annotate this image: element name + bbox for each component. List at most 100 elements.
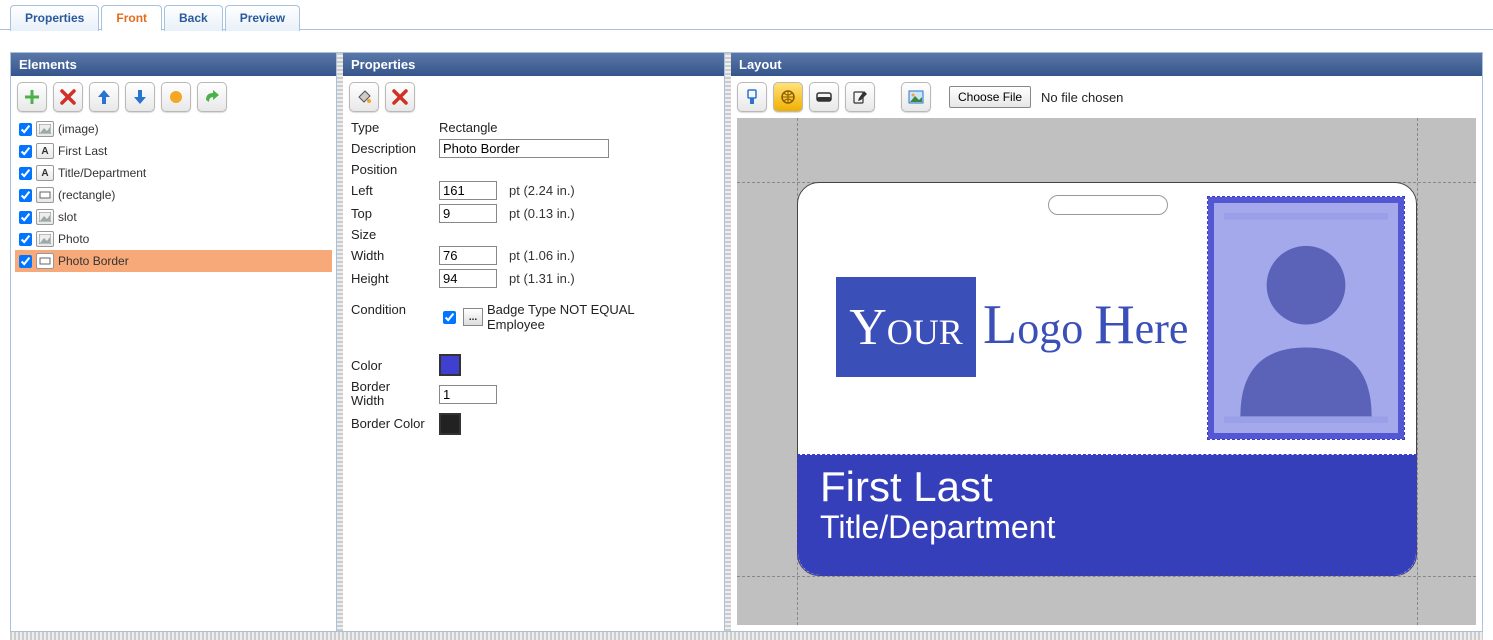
badge-button[interactable] bbox=[773, 82, 803, 112]
prop-description: Description bbox=[343, 137, 724, 160]
apply-style-button[interactable] bbox=[349, 82, 379, 112]
design-canvas[interactable]: YOUR Logo Here First Last bbox=[737, 118, 1476, 625]
top-input[interactable] bbox=[439, 204, 497, 223]
panel-properties-title: Properties bbox=[343, 53, 724, 76]
element-visible-checkbox[interactable] bbox=[19, 211, 32, 224]
element-visible-checkbox[interactable] bbox=[19, 123, 32, 136]
prop-condition: Condition ... Badge Type NOT EQUAL Emplo… bbox=[343, 300, 724, 334]
element-label: Photo bbox=[58, 232, 89, 246]
prop-border-width: Border Width bbox=[343, 378, 724, 411]
prop-left: Left pt (2.24 in.) bbox=[343, 179, 724, 202]
element-visible-checkbox[interactable] bbox=[19, 233, 32, 246]
picture-icon bbox=[907, 88, 925, 106]
prop-position-label: Position bbox=[351, 162, 431, 177]
choose-file-button[interactable]: Choose File bbox=[949, 86, 1031, 108]
prop-top: Top pt (0.13 in.) bbox=[343, 202, 724, 225]
text-icon: A bbox=[36, 143, 54, 159]
prop-border-width-label: Border Width bbox=[351, 380, 411, 409]
arrow-down-icon bbox=[131, 88, 149, 106]
element-label: Photo Border bbox=[58, 254, 129, 268]
move-down-button[interactable] bbox=[125, 82, 155, 112]
element-label: Title/Department bbox=[58, 166, 146, 180]
prop-width-label: Width bbox=[351, 248, 431, 263]
landscape-button[interactable] bbox=[809, 82, 839, 112]
prop-condition-label: Condition bbox=[351, 302, 431, 317]
element-row-photo-border[interactable]: Photo Border bbox=[15, 250, 332, 272]
prop-width-unit: pt (1.06 in.) bbox=[509, 248, 575, 263]
element-visible-checkbox[interactable] bbox=[19, 189, 32, 202]
person-silhouette-icon bbox=[1224, 213, 1388, 423]
element-label: First Last bbox=[58, 144, 107, 158]
design-tabs: Properties Front Back Preview bbox=[0, 0, 1493, 30]
rect-icon bbox=[36, 187, 54, 203]
prop-type-label: Type bbox=[351, 120, 431, 135]
color-picker[interactable] bbox=[439, 354, 461, 376]
image-icon bbox=[36, 231, 54, 247]
panel-elements: Elements (imag bbox=[11, 53, 337, 631]
border-width-input[interactable] bbox=[439, 385, 497, 404]
tab-properties[interactable]: Properties bbox=[10, 5, 99, 31]
border-color-picker[interactable] bbox=[439, 413, 461, 435]
element-row-slot[interactable]: slot bbox=[15, 206, 332, 228]
prop-height-unit: pt (1.31 in.) bbox=[509, 271, 575, 286]
properties-toolbar bbox=[343, 76, 724, 118]
prop-top-label: Top bbox=[351, 206, 431, 221]
element-row-image[interactable]: (image) bbox=[15, 118, 332, 140]
add-button[interactable] bbox=[17, 82, 47, 112]
plus-icon bbox=[23, 88, 41, 106]
element-row-first-last[interactable]: A First Last bbox=[15, 140, 332, 162]
card-slot[interactable] bbox=[1048, 195, 1168, 215]
prop-height: Height pt (1.31 in.) bbox=[343, 267, 724, 290]
image-tool-button[interactable] bbox=[901, 82, 931, 112]
left-input[interactable] bbox=[439, 181, 497, 200]
description-input[interactable] bbox=[439, 139, 609, 158]
element-label: (image) bbox=[58, 122, 99, 136]
photo-border-element[interactable] bbox=[1208, 197, 1404, 439]
prop-color: Color bbox=[343, 352, 724, 378]
panel-elements-title: Elements bbox=[11, 53, 336, 76]
panel-layout-title: Layout bbox=[731, 53, 1482, 76]
condition-checkbox[interactable] bbox=[443, 311, 456, 324]
logo-text-rest: Logo Here bbox=[983, 293, 1188, 357]
element-row-rectangle[interactable]: (rectangle) bbox=[15, 184, 332, 206]
prop-border-color-label: Border Color bbox=[351, 416, 431, 431]
connector-icon bbox=[743, 88, 761, 106]
delete-prop-button[interactable] bbox=[385, 82, 415, 112]
logo-box[interactable]: YOUR bbox=[836, 277, 976, 377]
image-icon bbox=[36, 121, 54, 137]
landscape-icon bbox=[815, 88, 833, 106]
delete-button[interactable] bbox=[53, 82, 83, 112]
tab-front[interactable]: Front bbox=[101, 5, 162, 31]
element-visible-checkbox[interactable] bbox=[19, 167, 32, 180]
move-up-button[interactable] bbox=[89, 82, 119, 112]
connector-button[interactable] bbox=[737, 82, 767, 112]
prop-left-label: Left bbox=[351, 183, 431, 198]
portrait-button[interactable] bbox=[845, 82, 875, 112]
prop-type-value: Rectangle bbox=[439, 120, 498, 135]
x-icon bbox=[391, 88, 409, 106]
layout-toolbar: Choose File No file chosen bbox=[731, 76, 1482, 118]
title-department-text: Title/Department bbox=[820, 509, 1394, 546]
first-last-text: First Last bbox=[820, 465, 1394, 509]
panel-layout: Layout Choose File No file chosen bbox=[731, 53, 1482, 631]
element-visible-checkbox[interactable] bbox=[19, 255, 32, 268]
height-input[interactable] bbox=[439, 269, 497, 288]
badge-card[interactable]: YOUR Logo Here First Last bbox=[797, 182, 1417, 576]
condition-edit-button[interactable]: ... bbox=[463, 308, 483, 326]
element-visible-checkbox[interactable] bbox=[19, 145, 32, 158]
x-icon bbox=[59, 88, 77, 106]
prop-color-label: Color bbox=[351, 358, 431, 373]
send-back-button[interactable] bbox=[197, 82, 227, 112]
portrait-pen-icon bbox=[851, 88, 869, 106]
tab-back[interactable]: Back bbox=[164, 5, 223, 31]
tab-preview[interactable]: Preview bbox=[225, 5, 300, 31]
element-row-title-dept[interactable]: A Title/Department bbox=[15, 162, 332, 184]
prop-size-section: Size bbox=[343, 225, 724, 244]
width-input[interactable] bbox=[439, 246, 497, 265]
send-front-button[interactable] bbox=[161, 82, 191, 112]
name-bar[interactable]: First Last Title/Department bbox=[798, 455, 1416, 575]
element-row-photo[interactable]: Photo bbox=[15, 228, 332, 250]
circle-front-icon bbox=[167, 88, 185, 106]
image-icon bbox=[36, 209, 54, 225]
arrow-up-icon bbox=[95, 88, 113, 106]
